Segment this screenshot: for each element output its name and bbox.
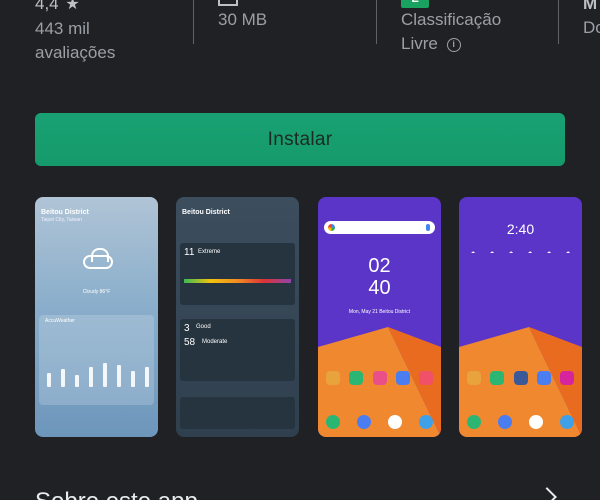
temp-bar bbox=[75, 375, 79, 387]
classification-value: Livre bbox=[401, 34, 438, 53]
stat-divider bbox=[193, 0, 194, 44]
forecast-day: ☁ bbox=[547, 249, 551, 254]
app-icon bbox=[419, 371, 433, 385]
app-screenshot-2[interactable]: Beitou District 11 Extreme 3 Good 58 Mod… bbox=[176, 197, 299, 437]
dock bbox=[326, 415, 433, 429]
uv-index-value: 11 bbox=[184, 247, 195, 258]
uv-index-card: 11 Extreme bbox=[180, 243, 295, 305]
download-icon bbox=[218, 0, 238, 6]
forecast-panel: AccuWeather bbox=[39, 315, 154, 405]
temp-bar bbox=[103, 363, 107, 387]
arrow-right-icon[interactable] bbox=[537, 487, 557, 500]
app-icon bbox=[349, 371, 364, 385]
temp-bar bbox=[117, 365, 121, 387]
temperature-bars bbox=[45, 357, 149, 387]
install-button[interactable]: Instalar bbox=[35, 113, 565, 166]
star-icon: ★ bbox=[65, 0, 80, 13]
forecast-day: ☁ bbox=[528, 249, 532, 254]
search-bar bbox=[324, 221, 435, 234]
google-icon bbox=[328, 224, 335, 231]
widget-clock: 2:40 bbox=[506, 221, 535, 237]
classification-stat[interactable]: L Classificação Livre i bbox=[401, 0, 501, 56]
rating-value: 4,4 bbox=[35, 0, 59, 13]
temp-bar bbox=[131, 371, 135, 387]
about-section-title[interactable]: Sobre este app bbox=[35, 488, 198, 500]
rating-stat: 4,4 ★ 443 mil avaliações bbox=[35, 0, 115, 65]
temp-bar bbox=[89, 367, 93, 387]
size-stat: 30 MB bbox=[218, 0, 267, 32]
location-title: Beitou District bbox=[41, 209, 89, 216]
forecast-day: ☁ bbox=[490, 249, 494, 254]
particulate-value: 3 bbox=[184, 323, 190, 334]
app-stats-row: 4,4 ★ 443 mil avaliações 30 MB L Classif… bbox=[0, 0, 600, 80]
temp-bar bbox=[47, 373, 51, 387]
particulate-label: Good bbox=[196, 324, 211, 330]
location-title: Beitou District bbox=[182, 209, 230, 216]
messenger-icon bbox=[536, 371, 551, 385]
temp-bar bbox=[145, 367, 149, 387]
classification-label: Classificação bbox=[401, 10, 502, 29]
temp-bar bbox=[61, 369, 65, 387]
more-stat-line2: Do bbox=[583, 18, 600, 37]
content-rating-badge: L bbox=[401, 0, 429, 8]
air-quality-value: 58 bbox=[184, 337, 196, 348]
reviews-label: avaliações bbox=[35, 43, 116, 62]
clock-date: Mon, May 21 Beitou District bbox=[348, 309, 411, 315]
stat-divider bbox=[558, 0, 559, 44]
app-icon bbox=[395, 371, 410, 385]
clock-minute: 40 bbox=[368, 277, 391, 299]
app-icons-row bbox=[326, 371, 433, 385]
camera-icon bbox=[560, 415, 574, 429]
size-value: 30 MB bbox=[218, 10, 268, 29]
uv-index-label: Extreme bbox=[198, 249, 221, 255]
weather-brand: AccuWeather bbox=[45, 318, 75, 324]
clock-hour: 02 bbox=[368, 255, 391, 277]
more-stat-line1: M bbox=[583, 0, 598, 13]
forecast-day: ☁ bbox=[566, 249, 570, 254]
forecast-day: ☁ bbox=[471, 249, 475, 254]
chrome-icon bbox=[388, 415, 402, 429]
app-screenshot-4[interactable]: 2:40 ☁ ☁ ☁ ☁ ☁ ☁ bbox=[459, 197, 582, 437]
reviews-count: 443 mil bbox=[35, 19, 90, 38]
app-screenshot-1[interactable]: Beitou District Taipei City, Taiwan Clou… bbox=[35, 197, 158, 437]
messages-icon bbox=[498, 415, 512, 429]
daytime-card bbox=[180, 397, 295, 429]
chrome-icon bbox=[529, 415, 543, 429]
forecast-day: ☁ bbox=[509, 249, 513, 254]
app-icon bbox=[490, 371, 505, 385]
messages-icon bbox=[357, 415, 371, 429]
uv-scale-bar bbox=[184, 279, 291, 283]
app-icon bbox=[326, 371, 340, 385]
location-subtitle: Taipei City, Taiwan bbox=[41, 217, 82, 223]
phone-icon bbox=[326, 415, 340, 429]
app-icon bbox=[372, 371, 387, 385]
app-icon bbox=[467, 371, 481, 385]
dock bbox=[467, 415, 574, 429]
stat-divider bbox=[376, 0, 377, 44]
facebook-icon bbox=[513, 371, 528, 385]
mic-icon bbox=[426, 224, 430, 231]
app-screenshot-3[interactable]: 02 40 Mon, May 21 Beitou District bbox=[318, 197, 441, 437]
cloud-icon bbox=[83, 248, 113, 269]
app-icons-row bbox=[467, 371, 574, 385]
phone-icon bbox=[467, 415, 481, 429]
air-quality-card: 3 Good 58 Moderate bbox=[180, 319, 295, 381]
info-icon[interactable]: i bbox=[446, 37, 461, 52]
instagram-icon bbox=[560, 371, 574, 385]
camera-icon bbox=[419, 415, 433, 429]
install-button-label: Instalar bbox=[267, 128, 333, 150]
widget-forecast: ☁ ☁ ☁ ☁ ☁ ☁ bbox=[467, 249, 574, 273]
weather-description: Cloudy 86°F bbox=[82, 289, 111, 295]
more-stat: M Do bbox=[583, 0, 600, 40]
air-quality-label: Moderate bbox=[202, 339, 228, 345]
